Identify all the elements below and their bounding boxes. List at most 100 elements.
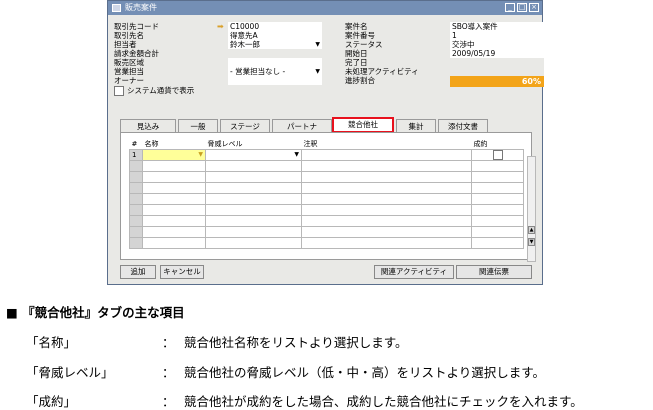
system-currency-checkbox[interactable]	[114, 86, 124, 96]
grid-scrollbar[interactable]: ▲ ▼	[527, 156, 536, 262]
close-date-value	[450, 58, 544, 67]
contact-select[interactable]: 鈴木一郎 ▼	[228, 40, 322, 49]
window-title: 販売案件	[125, 3, 157, 12]
sales-territory-input[interactable]	[228, 58, 322, 67]
title-bar[interactable]: 販売案件 _ □ ×	[108, 1, 542, 15]
grid-cell[interactable]	[205, 171, 302, 183]
sales-employee-select[interactable]: - 営業担当なし - ▼	[228, 67, 322, 76]
col-threat-level[interactable]: 脅威レベル	[205, 139, 302, 150]
section-heading: ■ 『競合他社』タブの主な項目	[6, 305, 185, 320]
scroll-down-icon[interactable]: ▼	[528, 238, 535, 246]
grid-cell[interactable]	[205, 182, 302, 194]
grid-cell[interactable]	[301, 215, 472, 227]
field-owner: オーナー	[114, 76, 322, 85]
grid-cell[interactable]	[301, 182, 472, 194]
close-icon[interactable]: ×	[529, 3, 539, 12]
grid-cell[interactable]	[142, 226, 206, 238]
field-opportunity-number: 案件番号 1	[345, 31, 544, 40]
tab-partners[interactable]: パートナ	[272, 119, 332, 132]
minimize-icon[interactable]: _	[505, 3, 515, 12]
grid-cell[interactable]	[142, 160, 206, 172]
chevron-down-icon: ▼	[315, 41, 320, 48]
won-checkbox[interactable]	[492, 150, 503, 160]
grid-cell[interactable]	[301, 226, 472, 238]
maximize-icon[interactable]: □	[517, 3, 527, 12]
col-remarks[interactable]: 注釈	[301, 139, 472, 150]
customer-code-input[interactable]: C10000	[228, 22, 322, 31]
chevron-down-icon[interactable]: ▼	[294, 151, 299, 158]
col-name[interactable]: 名称	[142, 139, 206, 150]
grid-cell[interactable]	[471, 237, 524, 249]
grid-cell[interactable]	[301, 160, 472, 172]
competitors-panel: # 名称 脅威レベル 注釈 成約 1 ▼ ▼ ▲ ▼	[120, 132, 536, 262]
tab-attachments[interactable]: 添付文書	[438, 119, 488, 132]
desc-threat-level: 競合他社の脅威レベル（低・中・高）をリストより選択します。	[184, 365, 546, 380]
related-activity-button[interactable]: 関連アクティビティ	[374, 265, 454, 279]
grid-cell[interactable]	[471, 171, 524, 183]
grid-cell[interactable]	[471, 182, 524, 194]
row-number: 1	[129, 149, 143, 161]
link-arrow-icon[interactable]: ➡	[217, 22, 224, 31]
remarks-cell[interactable]	[301, 149, 472, 161]
grid-cell[interactable]	[205, 226, 302, 238]
won-cell	[471, 149, 524, 161]
status-value[interactable]: 交渉中	[450, 40, 544, 49]
grid-cell[interactable]	[471, 215, 524, 227]
grid-cell[interactable]	[142, 204, 206, 216]
add-button[interactable]: 追加	[120, 265, 156, 279]
name-cell[interactable]: ▼	[142, 149, 206, 161]
table-row[interactable]	[129, 237, 524, 249]
open-activities-value	[450, 67, 544, 76]
colon: ：	[162, 365, 175, 380]
grid-cell[interactable]	[142, 182, 206, 194]
table-row[interactable]	[129, 182, 524, 194]
grid-cell[interactable]	[142, 237, 206, 249]
opportunity-name-input[interactable]: SBO導入案件	[450, 22, 544, 31]
grid-cell[interactable]	[301, 204, 472, 216]
table-row[interactable]: 1 ▼ ▼	[129, 149, 524, 161]
customer-name-input[interactable]: 得意先A	[228, 31, 322, 40]
grid-cell[interactable]	[205, 237, 302, 249]
scroll-up-icon[interactable]: ▲	[528, 226, 535, 234]
row-number	[129, 193, 143, 205]
tab-summary[interactable]: 集計	[396, 119, 436, 132]
table-row[interactable]	[129, 226, 524, 238]
table-row[interactable]	[129, 204, 524, 216]
table-row[interactable]	[129, 193, 524, 205]
grid-cell[interactable]	[205, 160, 302, 172]
start-date-input[interactable]: 2009/05/19	[450, 49, 544, 58]
grid-cell[interactable]	[471, 226, 524, 238]
grid-cell[interactable]	[301, 171, 472, 183]
grid-cell[interactable]	[301, 193, 472, 205]
tab-competitors[interactable]: 競合他社	[332, 117, 394, 133]
competitors-grid: # 名称 脅威レベル 注釈 成約 1 ▼ ▼ ▲ ▼	[129, 139, 536, 262]
grid-cell[interactable]	[301, 237, 472, 249]
threat-level-cell[interactable]: ▼	[205, 149, 302, 161]
grid-cell[interactable]	[142, 215, 206, 227]
field-customer-name: 取引先名 得意先A	[114, 31, 322, 40]
col-won[interactable]: 成約	[471, 139, 524, 150]
tab-prospect[interactable]: 見込み	[120, 119, 176, 132]
tab-stages[interactable]: ステージ	[220, 119, 270, 132]
grid-cell[interactable]	[205, 215, 302, 227]
window-icon	[112, 4, 121, 12]
grid-cell[interactable]	[142, 171, 206, 183]
chevron-down-icon[interactable]: ▼	[198, 151, 203, 158]
field-open-activities: 未処理アクティビティ	[345, 67, 544, 76]
grid-cell[interactable]	[471, 160, 524, 172]
field-customer-code: 取引先コード ➡ C10000	[114, 22, 322, 31]
related-documents-button[interactable]: 関連伝票	[456, 265, 532, 279]
grid-cell[interactable]	[471, 193, 524, 205]
grid-cell[interactable]	[205, 204, 302, 216]
grid-cell[interactable]	[471, 204, 524, 216]
field-sales-territory: 販売区域	[114, 58, 322, 67]
cancel-button[interactable]: キャンセル	[160, 265, 204, 279]
grid-cell[interactable]	[142, 193, 206, 205]
owner-input[interactable]	[228, 76, 322, 85]
grid-header-row: # 名称 脅威レベル 注釈 成約	[129, 139, 524, 150]
table-row[interactable]	[129, 160, 524, 172]
table-row[interactable]	[129, 171, 524, 183]
table-row[interactable]	[129, 215, 524, 227]
tab-general[interactable]: 一般	[178, 119, 218, 132]
grid-cell[interactable]	[205, 193, 302, 205]
